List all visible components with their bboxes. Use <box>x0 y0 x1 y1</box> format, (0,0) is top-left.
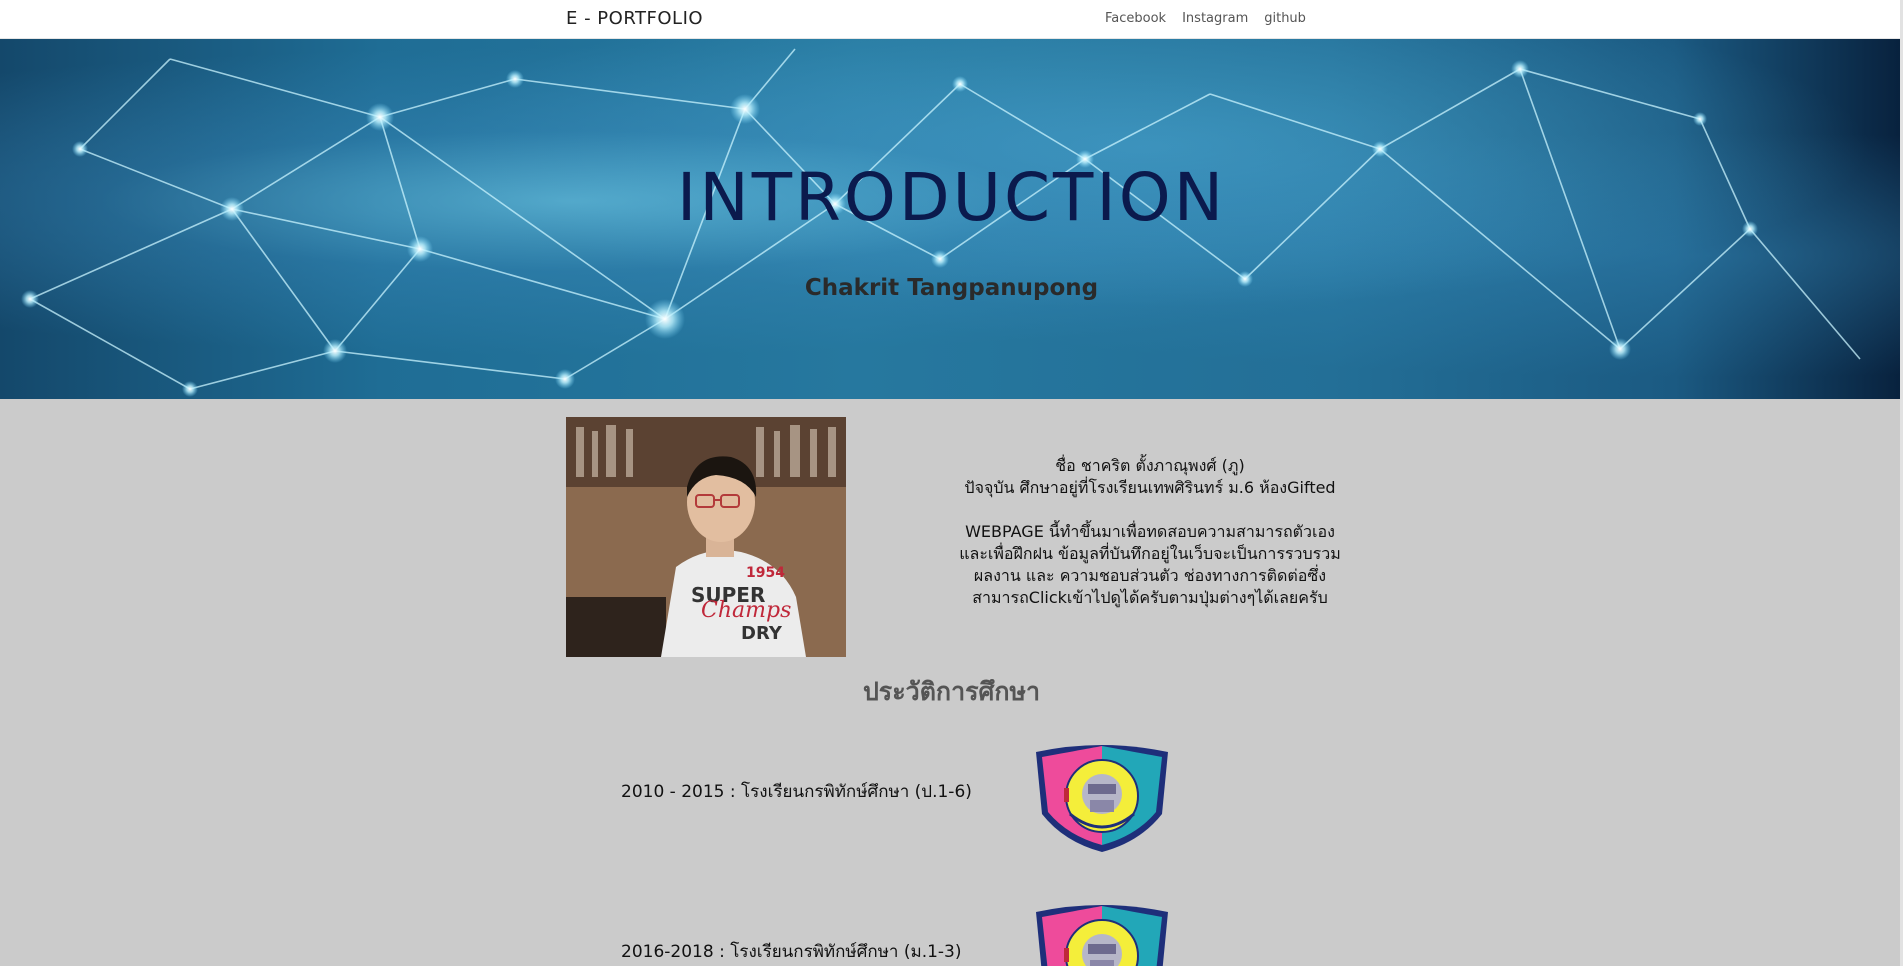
hero-title: INTRODUCTION <box>676 159 1227 236</box>
profile-photo: 1954 SUPER Champs DRY <box>566 417 846 657</box>
nav-link-github[interactable]: github <box>1264 11 1306 26</box>
bio-text: ชื่อ ชาคริต ตั้งภาณุพงศ์ (ภู) ปัจจุบัน ศ… <box>880 455 1420 609</box>
bio-study-line: ปัจจุบัน ศึกษาอยู่ที่โรงเรียนเทพศิรินทร์… <box>964 478 1336 497</box>
svg-text:1954: 1954 <box>746 565 785 581</box>
bio-desc-line-3: ผลงาน และ ความชอบส่วนตัว ช่องทางการติดต่… <box>973 566 1327 585</box>
nav-link-instagram[interactable]: Instagram <box>1182 11 1248 26</box>
education-entry-2: 2016-2018 : โรงเรียนกรพิทักษ์ศึกษา (ม.1-… <box>621 942 962 962</box>
bio-desc-line-1: WEBPAGE นี้ทำขึ้นมาเพื่อทดสอบความสามารถต… <box>965 522 1335 541</box>
education-entry-1: 2010 - 2015 : โรงเรียนกรพิทักษ์ศึกษา (ป.… <box>621 782 972 802</box>
school-crest-icon <box>1036 745 1168 852</box>
svg-text:Champs: Champs <box>701 598 791 623</box>
brand-link[interactable]: E - PORTFOLIO <box>566 8 703 29</box>
nav-link-facebook[interactable]: Facebook <box>1105 11 1166 26</box>
bio-desc-line-4: สามารถClickเข้าไปดูได้ครับตามปุ่มต่างๆได… <box>972 588 1328 607</box>
hero-banner: INTRODUCTION Chakrit Tangpanupong <box>0 39 1903 399</box>
hero-subtitle: Chakrit Tangpanupong <box>804 275 1099 301</box>
bio-desc-line-2: และเพื่อฝึกฝน ข้อมูลที่บันทึกอยู่ในเว็บจ… <box>959 544 1341 563</box>
school-crest-icon <box>1036 905 1168 966</box>
top-navbar: E - PORTFOLIO Facebook Instagram github <box>0 0 1903 39</box>
education-heading: ประวัติการศึกษา <box>862 677 1041 706</box>
svg-text:DRY: DRY <box>741 623 783 644</box>
bio-name-line: ชื่อ ชาคริต ตั้งภาณุพงศ์ (ภู) <box>1055 456 1245 475</box>
nav-links: Facebook Instagram github <box>1105 11 1306 26</box>
